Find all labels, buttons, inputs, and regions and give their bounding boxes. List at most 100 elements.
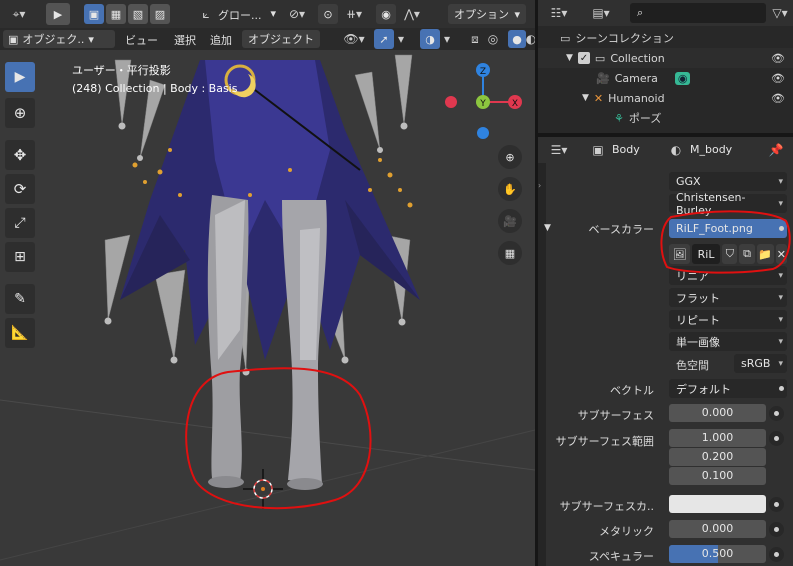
subsurface-field[interactable]: 0.000 xyxy=(669,404,766,422)
scale-tool-icon[interactable]: ⤢ xyxy=(5,208,35,238)
shading-solid-icon[interactable]: ● xyxy=(508,30,526,48)
cursor-tool-icon[interactable]: ⊕ xyxy=(5,98,35,128)
menu-view[interactable]: ビュー xyxy=(125,32,158,48)
transform-orientation-dropdown[interactable]: グロー... ▾ xyxy=(218,7,276,23)
gizmo-dropdown-icon[interactable]: ▾ xyxy=(395,29,407,49)
visibility-icon[interactable]: 👁▾ xyxy=(340,29,368,49)
falloff-icon[interactable]: ⋀▾ xyxy=(398,4,426,24)
zoom-icon[interactable]: ⊕ xyxy=(498,145,522,169)
select-new-icon[interactable]: ▣ xyxy=(84,4,104,24)
properties-header: ☰▾ ▣ Body ◐ M_body 📌 xyxy=(538,137,793,163)
menu-select[interactable]: 選択 xyxy=(174,32,196,48)
subsurface-socket-icon[interactable] xyxy=(769,406,784,421)
view-name-label: ユーザー・平行投影 xyxy=(72,64,171,77)
outliner-search-input[interactable]: ⌕ xyxy=(630,3,766,23)
mode-dropdown[interactable]: ▣ オブジェク.. ▾ xyxy=(3,30,115,48)
shading-material-icon[interactable]: ◐ xyxy=(526,29,535,49)
outliner-tree: ▭ シーンコレクション ▼ ✓ ▭ Collection 👁 🎥 Camera ◉ 👁 ▼ ✕ Hu… xyxy=(538,28,793,128)
subsurface-radius-socket-icon[interactable] xyxy=(769,431,784,446)
chevron-down-icon[interactable]: ▼ xyxy=(582,93,589,103)
proportional-edit-icon[interactable]: ◉ xyxy=(376,4,396,24)
options-dropdown[interactable]: オプション ▾ xyxy=(448,4,526,24)
snap-toggle-icon[interactable]: ⊙ xyxy=(318,4,338,24)
camera-data-icon: ◉ xyxy=(674,71,691,85)
viewport-header: ⌖▾ ▶ ▣ ▦ ▧ ▨ ⟀ グロー... ▾ ⊘▾ ⊙ ⧺▾ ◉ ⋀▾ オプショ… xyxy=(0,0,535,28)
colorspace-dropdown[interactable]: sRGB ▾ xyxy=(734,354,787,373)
chevron-down-icon[interactable]: ▼ xyxy=(566,53,573,63)
filter-icon[interactable]: ▽▾ xyxy=(768,3,792,23)
specular-socket-icon[interactable] xyxy=(769,547,784,562)
select-tool-icon[interactable]: ▶ xyxy=(46,3,70,25)
eye-icon[interactable]: 👁 xyxy=(771,72,785,85)
chevron-right-icon[interactable]: › xyxy=(538,181,541,190)
shading-wire-icon[interactable]: ◎ xyxy=(486,29,500,49)
overlay-dropdown-icon[interactable]: ▾ xyxy=(441,29,453,49)
properties-editor-icon[interactable]: ☰▾ xyxy=(544,140,574,160)
subsurface-radius-label: サブサーフェス範囲 xyxy=(555,435,654,448)
chevron-down-icon[interactable]: ▼ xyxy=(544,223,551,233)
overlay-toggle-icon[interactable]: ◑ xyxy=(420,29,440,49)
select-box-icon[interactable]: ▶ xyxy=(5,62,35,92)
socket-dot-icon[interactable] xyxy=(775,383,787,395)
transform-tool-icon[interactable]: ⊞ xyxy=(5,242,35,272)
vector-field[interactable]: デフォルト xyxy=(669,379,787,398)
distribution-dropdown[interactable]: GGX ▾ xyxy=(669,172,787,191)
source-dropdown[interactable]: 単一画像 ▾ xyxy=(669,332,787,351)
chevron-down-icon: ▾ xyxy=(778,314,783,325)
camera-object-icon: 🎥 xyxy=(596,71,610,85)
pose-icon: ⚘ xyxy=(614,111,624,125)
eye-icon[interactable]: 👁 xyxy=(771,52,785,65)
metallic-socket-icon[interactable] xyxy=(769,522,784,537)
list-item[interactable]: ⚘ ポーズ xyxy=(538,108,793,128)
annotate-tool-icon[interactable]: ✎ xyxy=(5,284,35,314)
select-extend-icon[interactable]: ▦ xyxy=(106,4,126,24)
snap-target-icon[interactable]: ⧺▾ xyxy=(340,4,368,24)
extension-dropdown[interactable]: リピート ▾ xyxy=(669,310,787,329)
outliner-editor-icon[interactable]: ☷▾ xyxy=(544,3,574,23)
metallic-field[interactable]: 0.000 xyxy=(669,520,766,538)
measure-tool-icon[interactable]: 📐 xyxy=(5,318,35,348)
subsurface-radius-y[interactable]: 0.200 xyxy=(669,448,766,466)
select-intersect-icon[interactable]: ▨ xyxy=(150,4,170,24)
grid-view-icon[interactable]: ▦ xyxy=(498,241,522,265)
pan-hand-icon[interactable]: ✋ xyxy=(498,177,522,201)
select-mode-group[interactable]: ▣ ▦ ▧ ▨ xyxy=(84,4,172,24)
colorspace-label: 色空間 xyxy=(676,359,709,372)
list-item[interactable]: 🎥 Camera ◉ 👁 xyxy=(538,68,793,88)
projection-dropdown[interactable]: フラット ▾ xyxy=(669,288,787,307)
search-icon: ⌕ xyxy=(637,6,644,19)
list-item[interactable]: ▼ ✓ ▭ Collection 👁 xyxy=(538,48,793,68)
scene-collection-icon: ▭ xyxy=(560,31,571,45)
subsurface-radius-z[interactable]: 0.100 xyxy=(669,467,766,485)
camera-view-icon[interactable]: 🎥 xyxy=(498,209,522,233)
editor-type-icon[interactable]: ⌖▾ xyxy=(4,4,34,24)
display-mode-icon[interactable]: ▤▾ xyxy=(586,3,616,23)
nav-buttons: ⊕ ✋ 🎥 ▦ xyxy=(498,145,522,265)
list-item[interactable]: ▼ ✕ Humanoid 👁 xyxy=(538,88,793,108)
subsurface-color-socket-icon[interactable] xyxy=(769,497,784,512)
subsurface-radius-x[interactable]: 1.000 xyxy=(669,429,766,447)
gizmo-toggle-icon[interactable]: ➚ xyxy=(374,29,394,49)
eye-icon[interactable]: 👁 xyxy=(771,92,785,105)
viewport-menubar: ▣ オブジェク.. ▾ ビュー 選択 追加 オブジェクト 👁▾ ➚ ▾ ◑ ▾ ⧈ … xyxy=(0,28,535,50)
subsurface-color-swatch[interactable] xyxy=(669,495,766,513)
xray-icon[interactable]: ⧈ xyxy=(466,29,484,49)
menu-object[interactable]: オブジェクト xyxy=(242,30,320,48)
viewport[interactable]: ⌖▾ ▶ ▣ ▦ ▧ ▨ ⟀ グロー... ▾ ⊘▾ ⊙ ⧺▾ ◉ ⋀▾ オプショ… xyxy=(0,0,535,566)
transform-orientation-icon[interactable]: ⟀ xyxy=(196,4,216,24)
material-icon: ◐ xyxy=(670,143,682,157)
specular-field[interactable]: 0.500 xyxy=(669,545,766,563)
pivot-icon[interactable]: ⊘▾ xyxy=(282,4,312,24)
list-item[interactable]: ▭ シーンコレクション xyxy=(538,28,793,48)
colorspace-value: sRGB xyxy=(741,357,771,370)
rotate-tool-icon[interactable]: ⟳ xyxy=(5,174,35,204)
object-mode-icon: ▣ xyxy=(8,32,19,46)
pin-icon[interactable]: 📌 xyxy=(768,140,784,160)
menu-add[interactable]: 追加 xyxy=(210,32,232,48)
checkbox-icon[interactable]: ✓ xyxy=(577,52,590,64)
move-tool-icon[interactable]: ✥ xyxy=(5,140,35,170)
extension-label: リピート xyxy=(676,313,720,327)
navigation-gizmo[interactable]: Z Y X xyxy=(440,60,525,145)
chevron-down-icon: ▾ xyxy=(778,292,783,303)
select-subtract-icon[interactable]: ▧ xyxy=(128,4,148,24)
